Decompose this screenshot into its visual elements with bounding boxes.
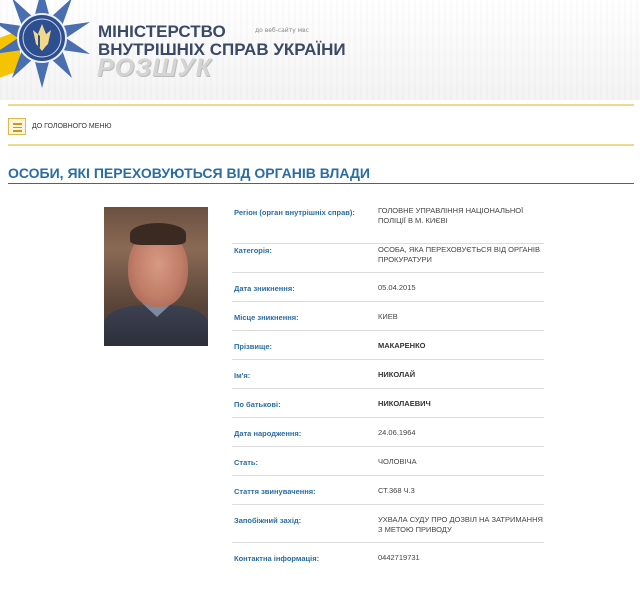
info-label: Категорія: bbox=[234, 246, 272, 255]
info-label: Місце зникнення: bbox=[234, 313, 299, 322]
info-value: 0442719731 bbox=[378, 553, 420, 562]
info-row-disappearance-date: Дата зникнення: 05.04.2015 bbox=[232, 273, 544, 302]
info-label: Ім'я: bbox=[234, 371, 251, 380]
info-row-sex: Стать: ЧОЛОВІЧА bbox=[232, 447, 544, 476]
main-menu-link[interactable]: ДО ГОЛОВНОГО МЕНЮ bbox=[32, 123, 112, 130]
info-row-region: Регіон (орган внутрішніх справ): ГОЛОВНЕ… bbox=[232, 200, 544, 244]
title-underline bbox=[8, 183, 634, 184]
info-row-preventive-measure: Запобіжний захід: УХВАЛА СУДУ ПРО ДОЗВІЛ… bbox=[232, 505, 544, 543]
person-photo bbox=[104, 207, 208, 346]
info-value: ГОЛОВНЕ УПРАВЛІННЯ НАЦІОНАЛЬНОЇ ПОЛІЦІЇ … bbox=[378, 206, 524, 225]
info-label: По батькові: bbox=[234, 400, 281, 409]
info-row-contact: Контактна інформація: 0442719731 bbox=[232, 543, 544, 572]
menu-list-icon[interactable] bbox=[8, 118, 26, 135]
info-value: КИЕВ bbox=[378, 312, 398, 321]
menu-divider bbox=[8, 144, 634, 146]
info-value: НИКОЛАЕВИЧ bbox=[378, 399, 431, 408]
info-value: ОСОБА, ЯКА ПЕРЕХОВУЄТЬСЯ ВІД ОРГАНІВ ПРО… bbox=[378, 245, 541, 264]
info-row-birth-date: Дата народження: 24.06.1964 bbox=[232, 418, 544, 447]
info-label: Дата народження: bbox=[234, 429, 302, 438]
police-star-emblem-icon[interactable] bbox=[0, 0, 94, 90]
info-label: Контактна інформація: bbox=[234, 554, 320, 563]
ministry-website-link[interactable]: до веб-сайту мвс bbox=[255, 27, 309, 34]
info-label: Стаття звинувачення: bbox=[234, 487, 316, 496]
info-value: ЧОЛОВІЧА bbox=[378, 457, 417, 466]
site-header: МІНІСТЕРСТВО ВНУТРІШНІХ СПРАВ УКРАЇНИ до… bbox=[0, 0, 640, 100]
info-label: Прізвище: bbox=[234, 342, 273, 351]
info-label: Регіон (орган внутрішніх справ): bbox=[234, 208, 355, 217]
header-divider bbox=[8, 104, 634, 106]
info-value: СТ.368 Ч.3 bbox=[378, 486, 415, 495]
info-row-charge-article: Стаття звинувачення: СТ.368 Ч.3 bbox=[232, 476, 544, 505]
page-title: ОСОБИ, ЯКІ ПЕРЕХОВУЮТЬСЯ ВІД ОРГАНІВ ВЛА… bbox=[8, 165, 370, 181]
info-label: Запобіжний захід: bbox=[234, 516, 302, 525]
info-value: НИКОЛАЙ bbox=[378, 370, 416, 379]
info-row-disappearance-place: Місце зникнення: КИЕВ bbox=[232, 302, 544, 331]
info-row-category: Категорія: ОСОБА, ЯКА ПЕРЕХОВУЄТЬСЯ ВІД … bbox=[232, 244, 544, 273]
info-label: Стать: bbox=[234, 458, 259, 467]
info-value: 05.04.2015 bbox=[378, 283, 416, 292]
info-value: 24.06.1964 bbox=[378, 428, 416, 437]
info-value: МАКАРЕНКО bbox=[378, 341, 426, 350]
info-row-patronymic: По батькові: НИКОЛАЕВИЧ bbox=[232, 389, 544, 418]
section-title-wanted: РОЗШУК bbox=[97, 54, 212, 82]
ministry-name-line1[interactable]: МІНІСТЕРСТВО bbox=[98, 22, 226, 42]
info-row-first-name: Ім'я: НИКОЛАЙ bbox=[232, 360, 544, 389]
info-value: УХВАЛА СУДУ ПРО ДОЗВІЛ НА ЗАТРИМАННЯ З М… bbox=[378, 515, 543, 534]
info-row-surname: Прізвище: МАКАРЕНКО bbox=[232, 331, 544, 360]
info-label: Дата зникнення: bbox=[234, 284, 295, 293]
